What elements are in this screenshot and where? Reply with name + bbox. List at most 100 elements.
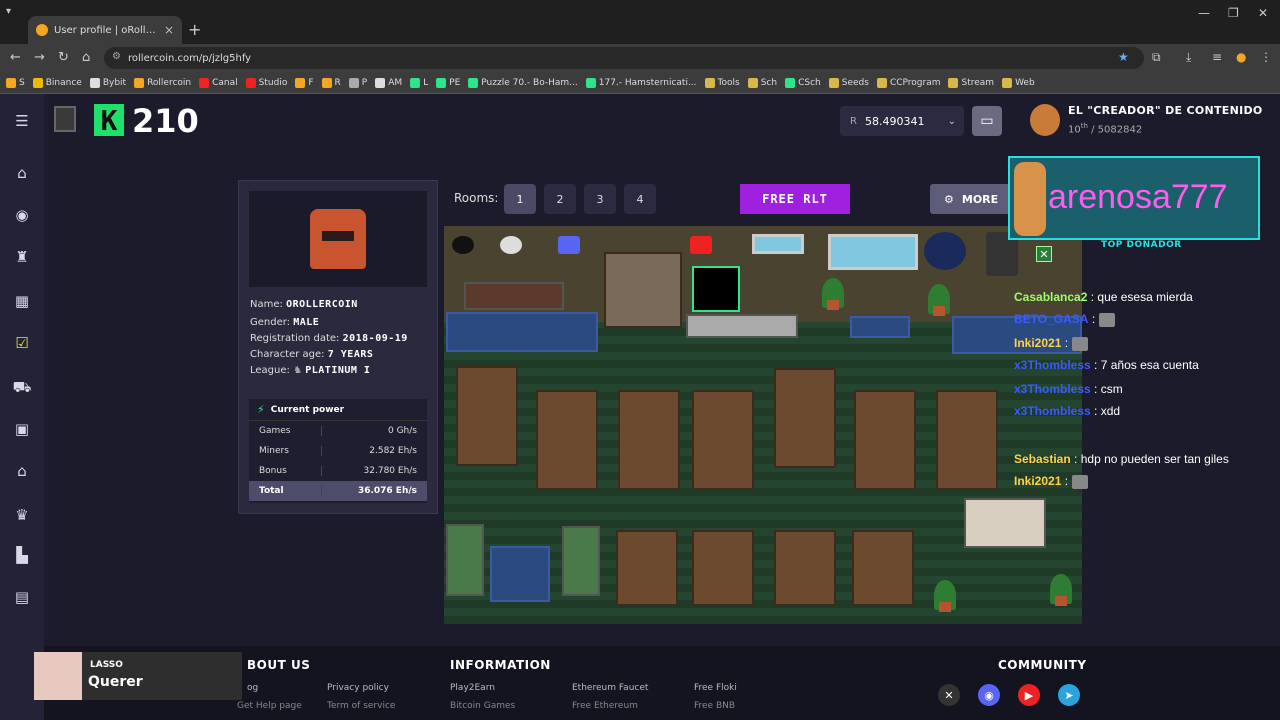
footer-link-free-floki[interactable]: Free Floki <box>694 683 737 693</box>
user-avatar[interactable] <box>1030 104 1060 136</box>
bookmark-item[interactable]: Stream <box>948 77 994 88</box>
balance-dropdown[interactable]: R 58.490341 ⌄ <box>840 106 964 136</box>
footer-link-privacy[interactable]: Privacy policy <box>327 683 389 693</box>
bookmark-label: CSch <box>798 77 821 88</box>
extensions-icon[interactable]: ⧉ <box>1152 50 1161 65</box>
mining-room-scene[interactable]: ✕ <box>444 226 1082 624</box>
profile-icon[interactable]: ● <box>1236 50 1246 64</box>
room-tab-1[interactable]: 1 <box>504 184 536 214</box>
chat-username: Casablanca2 <box>1014 290 1088 304</box>
close-tab-icon[interactable]: × <box>164 23 174 37</box>
youtube-icon[interactable]: ▶ <box>1018 684 1040 706</box>
home-icon[interactable]: ⌂ <box>12 164 32 182</box>
profile-age-row: Character age: 7 YEARS <box>250 349 374 360</box>
factory-icon[interactable]: ▙ <box>12 546 32 564</box>
user-name[interactable]: EL "CREADOR" DE CONTENIDO <box>1068 104 1263 117</box>
profile-reg-row: Registration date: 2018-09-19 <box>250 333 408 344</box>
reload-icon[interactable]: ↻ <box>58 50 69 65</box>
bookmark-item[interactable]: AM <box>375 77 402 88</box>
chat-text: : csm <box>1094 382 1123 396</box>
chat-message: BETO_GASA : <box>1014 312 1116 327</box>
room-tab-2[interactable]: 2 <box>544 184 576 214</box>
bookmark-item[interactable]: Canal <box>199 77 238 88</box>
footer-link[interactable]: og <box>247 683 258 693</box>
bookmark-favicon-icon <box>375 77 386 88</box>
miner-rack <box>774 530 836 606</box>
marketplace-icon[interactable]: ▣ <box>12 420 32 438</box>
tasks-icon[interactable]: ☑ <box>12 334 32 352</box>
bookmark-item[interactable]: R <box>321 77 341 88</box>
download-icon[interactable]: ⤓ <box>1186 50 1191 65</box>
bookmark-item[interactable]: S <box>6 77 25 88</box>
user-rank: 10th / 5082842 <box>1068 122 1143 136</box>
back-icon[interactable]: ← <box>10 50 21 65</box>
bookmark-item[interactable]: CSch <box>785 77 821 88</box>
profile-card: Name: OROLLERCOIN Gender: MALE Registrat… <box>238 180 438 514</box>
bookmark-star-icon[interactable]: ★ <box>1118 50 1129 64</box>
footer-link-bitcoin-games[interactable]: Bitcoin Games <box>450 701 515 711</box>
room-tab-3[interactable]: 3 <box>584 184 616 214</box>
miner-rack <box>456 366 518 466</box>
footer-link-free-bnb[interactable]: Free BNB <box>694 701 735 711</box>
plant <box>928 284 950 316</box>
wallet-button[interactable]: ▭ <box>972 106 1002 136</box>
footer-link-eth-faucet[interactable]: Ethereum Faucet <box>572 683 648 693</box>
menu-icon[interactable]: ⋮ <box>1260 50 1272 64</box>
inventory-icon[interactable]: ▦ <box>12 292 32 310</box>
telegram-icon[interactable]: ➤ <box>1058 684 1080 706</box>
bookmark-label: Seeds <box>841 77 869 88</box>
bookmark-item[interactable]: Seeds <box>828 77 869 88</box>
bookmark-item[interactable]: Puzzle 70.- Bo-Ham... <box>468 77 578 88</box>
room-tab-4[interactable]: 4 <box>624 184 656 214</box>
close-icon[interactable]: ✕ <box>1036 246 1052 262</box>
bookmark-item[interactable]: 177.- Hamsternicati... <box>585 77 697 88</box>
sidebar: ☰ ⌂ ◉ ♜ ▦ ☑ ⛟ ▣ ⌂ ♛ ▙ ▤ <box>0 94 44 720</box>
bookmark-favicon-icon <box>468 77 479 88</box>
new-tab-icon[interactable]: + <box>188 20 201 39</box>
bookmark-item[interactable]: Sch <box>747 77 777 88</box>
bookmark-item[interactable]: Binance <box>32 77 82 88</box>
bookmark-item[interactable]: CCProgram <box>876 77 940 88</box>
emote-icon <box>1099 312 1116 327</box>
footer-link-tos[interactable]: Term of service <box>327 701 395 711</box>
highlighted-pc[interactable] <box>692 266 740 312</box>
store-icon[interactable]: ⌂ <box>12 462 32 480</box>
bookmark-item[interactable]: Web <box>1002 77 1035 88</box>
free-rlt-button[interactable]: FREE RLT <box>740 184 850 214</box>
cart-icon[interactable]: ⛟ <box>12 378 32 396</box>
news-icon[interactable]: ▤ <box>12 588 32 606</box>
bookmark-item[interactable]: Tools <box>704 77 740 88</box>
bookmark-item[interactable]: F <box>295 77 314 88</box>
footer-link-free-eth[interactable]: Free Ethereum <box>572 701 638 711</box>
home-icon[interactable]: ⌂ <box>82 50 90 65</box>
site-info-icon[interactable]: ⚙ <box>112 51 121 62</box>
discord-icon[interactable]: ◉ <box>978 684 1000 706</box>
bookmark-item[interactable]: Rollercoin <box>134 77 191 88</box>
trophy-icon[interactable]: ♛ <box>12 506 32 524</box>
tab-user-profile[interactable]: User profile | oRollercoin | Rolle × <box>28 16 182 44</box>
bookmark-label: R <box>334 77 341 88</box>
forward-icon[interactable]: → <box>34 50 45 65</box>
close-window-icon[interactable]: ✕ <box>1258 6 1268 20</box>
emote-icon <box>1072 336 1089 351</box>
faucet-icon[interactable]: ♜ <box>12 248 32 266</box>
bookmark-favicon-icon <box>704 77 715 88</box>
address-bar[interactable]: ⚙ rollercoin.com/p/jzlg5hfy <box>104 47 1144 69</box>
desk <box>464 282 564 310</box>
bookmark-item[interactable]: P <box>348 77 367 88</box>
media-icon[interactable]: ≡ <box>1212 50 1222 64</box>
avatar[interactable] <box>54 106 76 132</box>
bookmark-item[interactable]: Studio <box>245 77 287 88</box>
menu-toggle-icon[interactable]: ☰ <box>12 112 32 130</box>
youtube-poster-icon <box>690 236 712 254</box>
footer-link-play2earn[interactable]: Play2Earn <box>450 683 495 693</box>
footer-link[interactable]: Get Help page <box>237 701 302 711</box>
restore-icon[interactable]: ❐ <box>1228 6 1239 20</box>
bookmark-item[interactable]: PE <box>436 77 460 88</box>
gamepad-icon[interactable]: ◉ <box>12 206 32 224</box>
minimize-icon[interactable]: — <box>1198 6 1210 20</box>
bookmark-item[interactable]: L <box>410 77 428 88</box>
x-twitter-icon[interactable]: ✕ <box>938 684 960 706</box>
more-button[interactable]: ⚙ MORE <box>930 184 1020 214</box>
bookmark-item[interactable]: Bybit <box>89 77 126 88</box>
